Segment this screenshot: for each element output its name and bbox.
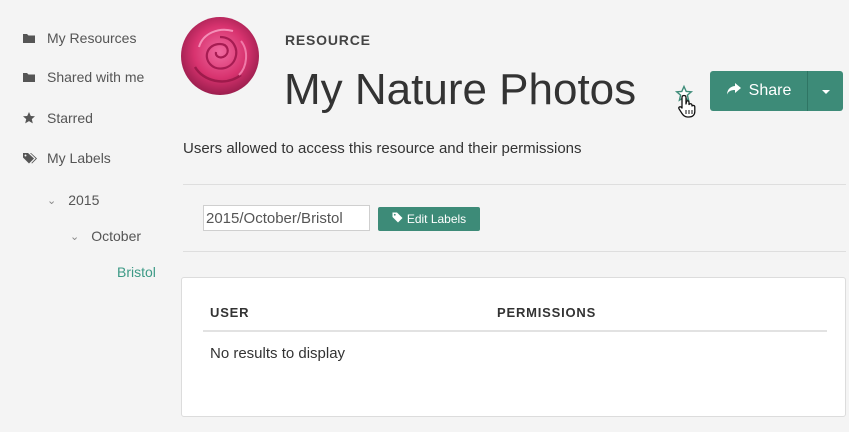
divider [183,184,846,185]
sidebar-item-my-labels[interactable]: My Labels [22,148,111,168]
empty-state-message: No results to display [210,345,346,362]
tag-icon [392,212,403,226]
sidebar-item-shared-with-me[interactable]: Shared with me [22,67,144,87]
resource-description: Users allowed to access this resource an… [183,140,582,157]
sidebar-item-label: Starred [47,110,93,126]
caret-down-icon [821,82,831,100]
page-title: My Nature Photos [284,65,637,114]
edit-labels-label: Edit Labels [406,212,467,226]
share-button-group: Share [710,71,843,111]
tree-item-bristol[interactable]: Bristol [117,262,156,282]
sidebar-item-label: Shared with me [47,69,145,85]
tree-item-label: October [91,228,142,244]
tags-icon [22,151,37,165]
resource-avatar [181,17,259,95]
sidebar: My Resources Shared with me Starred My L… [0,0,170,432]
share-button-label: Share [748,82,792,99]
sidebar-item-label: My Resources [47,30,137,46]
sidebar-item-label: My Labels [47,150,111,166]
edit-labels-button[interactable]: Edit Labels [378,207,480,231]
column-header-user[interactable]: USER [210,305,249,320]
tree-item-label: 2015 [68,192,100,208]
permissions-table: USER PERMISSIONS No results to display [181,277,846,417]
hand-cursor-icon [676,93,700,119]
share-dropdown-button[interactable] [807,71,843,111]
folder-icon [22,70,36,84]
share-button[interactable]: Share [710,71,807,111]
chevron-down-icon[interactable]: ⌄ [47,194,56,207]
tree-item-2015[interactable]: ⌄ 2015 [47,190,99,210]
column-header-permissions[interactable]: PERMISSIONS [497,305,596,320]
star-icon [22,111,36,125]
divider [183,251,846,252]
sidebar-item-my-resources[interactable]: My Resources [22,28,136,48]
chevron-down-icon[interactable]: ⌄ [70,230,79,243]
folder-icon [22,31,36,45]
table-header-divider [203,330,827,332]
share-arrow-icon [726,82,742,101]
tree-item-october[interactable]: ⌄ October [70,226,141,246]
resource-eyebrow: RESOURCE [285,32,371,48]
sidebar-item-starred[interactable]: Starred [22,108,93,128]
tree-item-label: Bristol [117,264,156,280]
labels-field[interactable] [203,205,370,231]
